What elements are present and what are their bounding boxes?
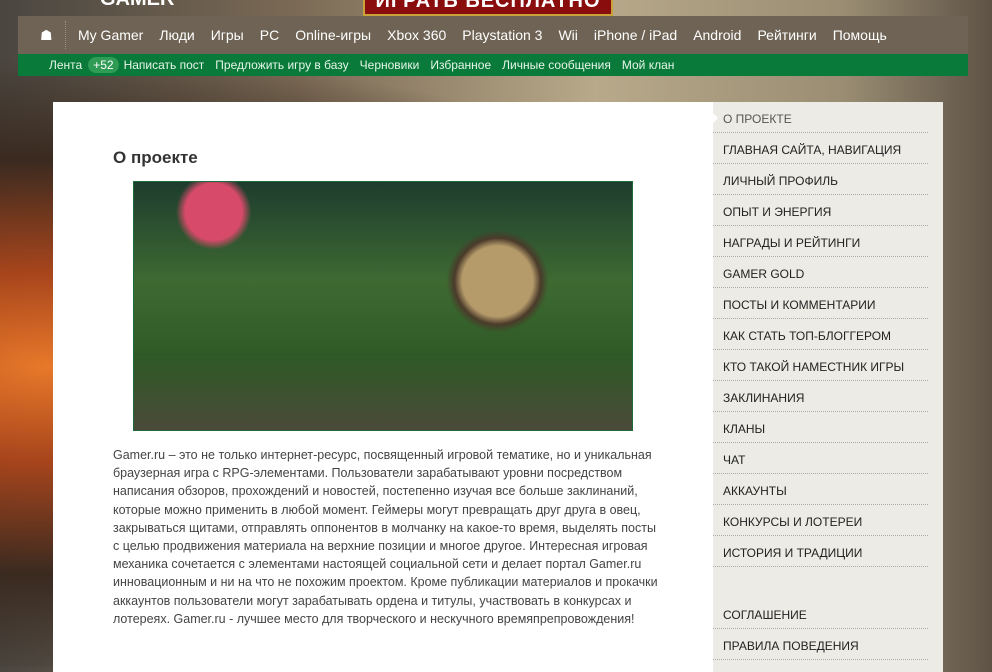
sidebar-item[interactable]: СОГЛАШЕНИЕ: [713, 598, 928, 629]
subnav-feed[interactable]: Лента: [49, 58, 82, 72]
subnav-write-post[interactable]: Написать пост: [124, 58, 205, 72]
nav-people[interactable]: Люди: [159, 27, 194, 43]
home-icon[interactable]: ☗: [40, 21, 66, 49]
sidebar-item[interactable]: КАК СТАТЬ ТОП-БЛОГГЕРОМ: [713, 319, 928, 350]
nav-help[interactable]: Помощь: [833, 27, 887, 43]
subnav-suggest-game[interactable]: Предложить игру в базу: [215, 58, 348, 72]
subnav-favorites[interactable]: Избранное: [430, 58, 491, 72]
sidebar-item[interactable]: ОПЫТ И ЭНЕРГИЯ: [713, 195, 928, 226]
nav-iphone[interactable]: iPhone / iPad: [594, 27, 677, 43]
nav-games[interactable]: Игры: [211, 27, 244, 43]
nav-ratings[interactable]: Рейтинги: [757, 27, 816, 43]
nav-pc[interactable]: PC: [260, 27, 279, 43]
sidebar-item[interactable]: ПРАВИЛА ПОВЕДЕНИЯ: [713, 629, 928, 660]
sidebar-item[interactable]: ЛИЧНЫЙ ПРОФИЛЬ: [713, 164, 928, 195]
subnav-messages[interactable]: Личные сообщения: [502, 58, 611, 72]
sidebar-item[interactable]: ПОСТЫ И КОММЕНТАРИИ: [713, 288, 928, 319]
sidebar-item[interactable]: ЧАТ: [713, 443, 928, 474]
about-illustration: [133, 181, 633, 431]
nav-online-games[interactable]: Online-игры: [295, 27, 371, 43]
feed-count-badge[interactable]: +52: [88, 57, 119, 73]
nav-my-gamer[interactable]: My Gamer: [78, 27, 143, 43]
subnav-my-clan[interactable]: Мой клан: [622, 58, 675, 72]
sidebar-spacer: [713, 567, 928, 598]
sidebar-item[interactable]: GAMER GOLD: [713, 257, 928, 288]
sidebar-item[interactable]: КЛАНЫ: [713, 412, 928, 443]
nav-xbox360[interactable]: Xbox 360: [387, 27, 446, 43]
about-text: Gamer.ru – это не только интернет-ресурс…: [113, 448, 658, 626]
sidebar-item[interactable]: НАГРАДЫ И РЕЙТИНГИ: [713, 226, 928, 257]
nav-wii[interactable]: Wii: [558, 27, 577, 43]
subnav-drafts[interactable]: Черновики: [360, 58, 420, 72]
sidebar-item[interactable]: КТО ТАКОЙ НАМЕСТНИК ИГРЫ: [713, 350, 928, 381]
main-nav: ☗ My Gamer Люди Игры PC Online-игры Xbox…: [18, 16, 968, 54]
page-title: О проекте: [113, 148, 198, 167]
sidebar-item[interactable]: О ПРОЕКТЕ: [712, 102, 928, 133]
sidebar-item[interactable]: ЗАКЛИНАНИЯ: [713, 381, 928, 412]
play-free-banner[interactable]: ИГРАТЬ БЕСПЛАТНО: [363, 0, 613, 16]
nav-android[interactable]: Android: [693, 27, 741, 43]
sidebar-item[interactable]: ИСТОРИЯ И ТРАДИЦИИ: [713, 536, 928, 567]
nav-ps3[interactable]: Playstation 3: [462, 27, 542, 43]
content-panel: О проекте Gamer.ru – это не только интер…: [53, 102, 713, 672]
sidebar-item[interactable]: ГЛАВНАЯ САЙТА, НАВИГАЦИЯ: [713, 133, 928, 164]
sidebar-item[interactable]: АККАУНТЫ: [713, 474, 928, 505]
sidebar-item[interactable]: КОНКУРСЫ И ЛОТЕРЕИ: [713, 505, 928, 536]
site-logo[interactable]: GAMER: [100, 0, 174, 11]
sidebar: О ПРОЕКТЕ ГЛАВНАЯ САЙТА, НАВИГАЦИЯ ЛИЧНЫЙ …: [712, 102, 943, 672]
sub-nav: Лента +52 Написать пост Предложить игру …: [18, 54, 968, 76]
